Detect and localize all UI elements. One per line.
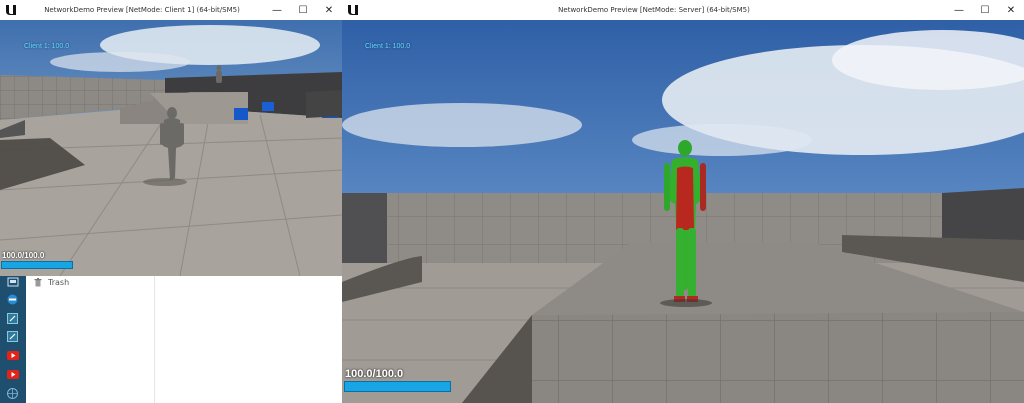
- edit-icon[interactable]: [6, 313, 19, 324]
- client-scene: [0, 20, 342, 276]
- close-button[interactable]: ✕: [998, 0, 1024, 20]
- browser-icon[interactable]: [6, 294, 19, 305]
- drive-icon[interactable]: [6, 276, 19, 287]
- maximize-button[interactable]: ☐: [972, 0, 998, 20]
- close-button[interactable]: ✕: [316, 0, 342, 20]
- server-titlebar[interactable]: NetworkDemo Preview [NetMode: Server] (6…: [342, 0, 1024, 20]
- client-window-title: NetworkDemo Preview [NetMode: Client 1] …: [44, 6, 240, 14]
- client-name-label: Client 1: 100.0: [24, 43, 70, 50]
- youtube-icon[interactable]: [6, 369, 19, 380]
- trash-icon: [34, 277, 42, 286]
- client-window: NetworkDemo Preview [NetMode: Client 1] …: [0, 0, 342, 276]
- client-health-bar: [1, 261, 73, 269]
- minimize-button[interactable]: —: [946, 0, 972, 20]
- server-health-bar: [344, 381, 451, 392]
- globe-icon[interactable]: [6, 388, 19, 399]
- server-health-text: 100.0/100.0: [345, 368, 404, 380]
- trash-label: Trash: [48, 277, 70, 287]
- taskbar: [0, 276, 26, 403]
- server-scene: [342, 20, 1024, 403]
- server-client-name-label: Client 1: 100.0: [365, 43, 411, 50]
- server-game-viewport[interactable]: [342, 20, 1024, 403]
- minimize-button[interactable]: —: [264, 0, 290, 20]
- edit-icon[interactable]: [6, 331, 19, 342]
- trash-item[interactable]: Trash: [34, 276, 69, 288]
- unreal-logo-icon: [2, 1, 20, 19]
- youtube-icon[interactable]: [6, 350, 19, 361]
- server-window: NetworkDemo Preview [NetMode: Server] (6…: [342, 0, 1024, 403]
- client-health-text: 100.0/100.0: [2, 251, 45, 260]
- maximize-button[interactable]: ☐: [290, 0, 316, 20]
- client-game-viewport[interactable]: [0, 20, 342, 276]
- client-titlebar[interactable]: NetworkDemo Preview [NetMode: Client 1] …: [0, 0, 342, 20]
- file-panel-sidebar: Trash: [26, 276, 155, 403]
- file-panel: Trash: [26, 276, 342, 403]
- server-window-title: NetworkDemo Preview [NetMode: Server] (6…: [558, 6, 750, 14]
- unreal-logo-icon: [344, 1, 362, 19]
